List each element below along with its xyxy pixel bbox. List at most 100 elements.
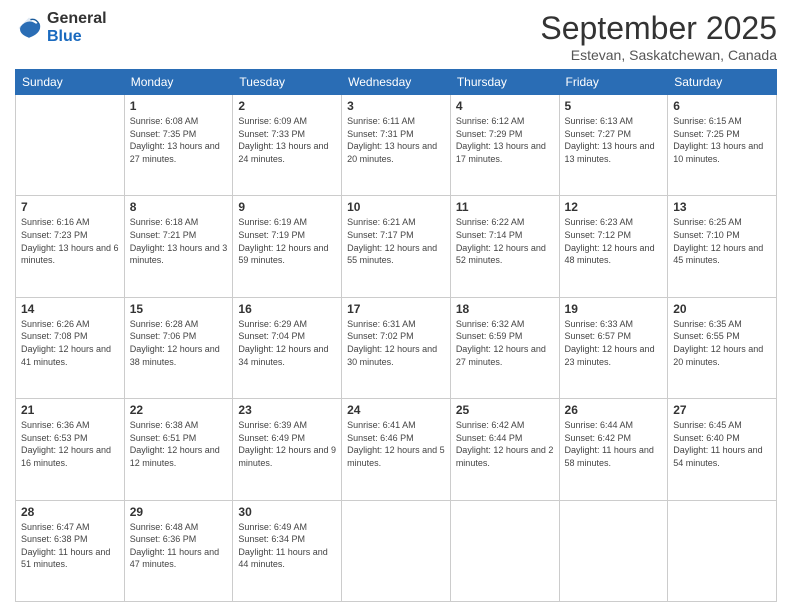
day-number: 1 — [130, 99, 228, 113]
day-number: 6 — [673, 99, 771, 113]
day-info: Sunrise: 6:13 AMSunset: 7:27 PMDaylight:… — [565, 115, 663, 165]
col-sunday: Sunday — [16, 70, 125, 95]
table-row: 7 Sunrise: 6:16 AMSunset: 7:23 PMDayligh… — [16, 196, 125, 297]
day-info: Sunrise: 6:29 AMSunset: 7:04 PMDaylight:… — [238, 318, 336, 368]
day-info: Sunrise: 6:39 AMSunset: 6:49 PMDaylight:… — [238, 419, 336, 469]
table-row: 19 Sunrise: 6:33 AMSunset: 6:57 PMDaylig… — [559, 297, 668, 398]
col-tuesday: Tuesday — [233, 70, 342, 95]
day-info: Sunrise: 6:12 AMSunset: 7:29 PMDaylight:… — [456, 115, 554, 165]
day-number: 25 — [456, 403, 554, 417]
table-row: 20 Sunrise: 6:35 AMSunset: 6:55 PMDaylig… — [668, 297, 777, 398]
day-number: 27 — [673, 403, 771, 417]
day-info: Sunrise: 6:11 AMSunset: 7:31 PMDaylight:… — [347, 115, 445, 165]
table-row: 27 Sunrise: 6:45 AMSunset: 6:40 PMDaylig… — [668, 399, 777, 500]
day-info: Sunrise: 6:32 AMSunset: 6:59 PMDaylight:… — [456, 318, 554, 368]
day-info: Sunrise: 6:19 AMSunset: 7:19 PMDaylight:… — [238, 216, 336, 266]
day-number: 18 — [456, 302, 554, 316]
logo-blue-text: Blue — [47, 28, 107, 46]
day-number: 16 — [238, 302, 336, 316]
table-row: 12 Sunrise: 6:23 AMSunset: 7:12 PMDaylig… — [559, 196, 668, 297]
table-row: 16 Sunrise: 6:29 AMSunset: 7:04 PMDaylig… — [233, 297, 342, 398]
day-info: Sunrise: 6:25 AMSunset: 7:10 PMDaylight:… — [673, 216, 771, 266]
table-row — [16, 95, 125, 196]
col-monday: Monday — [124, 70, 233, 95]
title-block: September 2025 Estevan, Saskatchewan, Ca… — [540, 10, 777, 63]
table-row: 28 Sunrise: 6:47 AMSunset: 6:38 PMDaylig… — [16, 500, 125, 601]
table-row — [668, 500, 777, 601]
table-row: 14 Sunrise: 6:26 AMSunset: 7:08 PMDaylig… — [16, 297, 125, 398]
day-info: Sunrise: 6:33 AMSunset: 6:57 PMDaylight:… — [565, 318, 663, 368]
table-row: 3 Sunrise: 6:11 AMSunset: 7:31 PMDayligh… — [342, 95, 451, 196]
table-row: 21 Sunrise: 6:36 AMSunset: 6:53 PMDaylig… — [16, 399, 125, 500]
header: General Blue September 2025 Estevan, Sas… — [15, 10, 777, 63]
day-info: Sunrise: 6:08 AMSunset: 7:35 PMDaylight:… — [130, 115, 228, 165]
day-number: 22 — [130, 403, 228, 417]
day-info: Sunrise: 6:35 AMSunset: 6:55 PMDaylight:… — [673, 318, 771, 368]
day-info: Sunrise: 6:49 AMSunset: 6:34 PMDaylight:… — [238, 521, 336, 571]
day-info: Sunrise: 6:38 AMSunset: 6:51 PMDaylight:… — [130, 419, 228, 469]
day-number: 24 — [347, 403, 445, 417]
table-row: 1 Sunrise: 6:08 AMSunset: 7:35 PMDayligh… — [124, 95, 233, 196]
logo: General Blue — [15, 10, 107, 45]
day-number: 8 — [130, 200, 228, 214]
day-number: 28 — [21, 505, 119, 519]
day-number: 2 — [238, 99, 336, 113]
month-title: September 2025 — [540, 10, 777, 47]
day-number: 5 — [565, 99, 663, 113]
day-info: Sunrise: 6:18 AMSunset: 7:21 PMDaylight:… — [130, 216, 228, 266]
day-info: Sunrise: 6:22 AMSunset: 7:14 PMDaylight:… — [456, 216, 554, 266]
logo-text: General Blue — [47, 10, 107, 45]
table-row: 4 Sunrise: 6:12 AMSunset: 7:29 PMDayligh… — [450, 95, 559, 196]
table-row: 29 Sunrise: 6:48 AMSunset: 6:36 PMDaylig… — [124, 500, 233, 601]
day-number: 15 — [130, 302, 228, 316]
day-info: Sunrise: 6:36 AMSunset: 6:53 PMDaylight:… — [21, 419, 119, 469]
day-info: Sunrise: 6:28 AMSunset: 7:06 PMDaylight:… — [130, 318, 228, 368]
day-number: 21 — [21, 403, 119, 417]
day-number: 29 — [130, 505, 228, 519]
table-row: 9 Sunrise: 6:19 AMSunset: 7:19 PMDayligh… — [233, 196, 342, 297]
day-number: 4 — [456, 99, 554, 113]
day-number: 23 — [238, 403, 336, 417]
col-wednesday: Wednesday — [342, 70, 451, 95]
logo-icon — [15, 14, 43, 42]
table-row: 6 Sunrise: 6:15 AMSunset: 7:25 PMDayligh… — [668, 95, 777, 196]
table-row: 26 Sunrise: 6:44 AMSunset: 6:42 PMDaylig… — [559, 399, 668, 500]
table-row: 22 Sunrise: 6:38 AMSunset: 6:51 PMDaylig… — [124, 399, 233, 500]
day-info: Sunrise: 6:23 AMSunset: 7:12 PMDaylight:… — [565, 216, 663, 266]
day-number: 20 — [673, 302, 771, 316]
day-info: Sunrise: 6:42 AMSunset: 6:44 PMDaylight:… — [456, 419, 554, 469]
day-info: Sunrise: 6:16 AMSunset: 7:23 PMDaylight:… — [21, 216, 119, 266]
table-row: 23 Sunrise: 6:39 AMSunset: 6:49 PMDaylig… — [233, 399, 342, 500]
day-number: 26 — [565, 403, 663, 417]
calendar: Sunday Monday Tuesday Wednesday Thursday… — [15, 69, 777, 602]
day-number: 19 — [565, 302, 663, 316]
table-row: 18 Sunrise: 6:32 AMSunset: 6:59 PMDaylig… — [450, 297, 559, 398]
table-row: 8 Sunrise: 6:18 AMSunset: 7:21 PMDayligh… — [124, 196, 233, 297]
day-info: Sunrise: 6:09 AMSunset: 7:33 PMDaylight:… — [238, 115, 336, 165]
day-number: 11 — [456, 200, 554, 214]
day-number: 17 — [347, 302, 445, 316]
table-row — [559, 500, 668, 601]
day-info: Sunrise: 6:21 AMSunset: 7:17 PMDaylight:… — [347, 216, 445, 266]
table-row: 25 Sunrise: 6:42 AMSunset: 6:44 PMDaylig… — [450, 399, 559, 500]
day-info: Sunrise: 6:26 AMSunset: 7:08 PMDaylight:… — [21, 318, 119, 368]
day-number: 14 — [21, 302, 119, 316]
table-row: 24 Sunrise: 6:41 AMSunset: 6:46 PMDaylig… — [342, 399, 451, 500]
logo-general-text: General — [47, 10, 107, 28]
day-info: Sunrise: 6:47 AMSunset: 6:38 PMDaylight:… — [21, 521, 119, 571]
page: General Blue September 2025 Estevan, Sas… — [0, 0, 792, 612]
location: Estevan, Saskatchewan, Canada — [540, 47, 777, 63]
col-thursday: Thursday — [450, 70, 559, 95]
table-row: 2 Sunrise: 6:09 AMSunset: 7:33 PMDayligh… — [233, 95, 342, 196]
table-row: 11 Sunrise: 6:22 AMSunset: 7:14 PMDaylig… — [450, 196, 559, 297]
table-row: 30 Sunrise: 6:49 AMSunset: 6:34 PMDaylig… — [233, 500, 342, 601]
day-number: 13 — [673, 200, 771, 214]
day-number: 9 — [238, 200, 336, 214]
day-number: 30 — [238, 505, 336, 519]
day-info: Sunrise: 6:31 AMSunset: 7:02 PMDaylight:… — [347, 318, 445, 368]
day-info: Sunrise: 6:15 AMSunset: 7:25 PMDaylight:… — [673, 115, 771, 165]
day-info: Sunrise: 6:45 AMSunset: 6:40 PMDaylight:… — [673, 419, 771, 469]
day-number: 12 — [565, 200, 663, 214]
day-number: 10 — [347, 200, 445, 214]
table-row: 15 Sunrise: 6:28 AMSunset: 7:06 PMDaylig… — [124, 297, 233, 398]
